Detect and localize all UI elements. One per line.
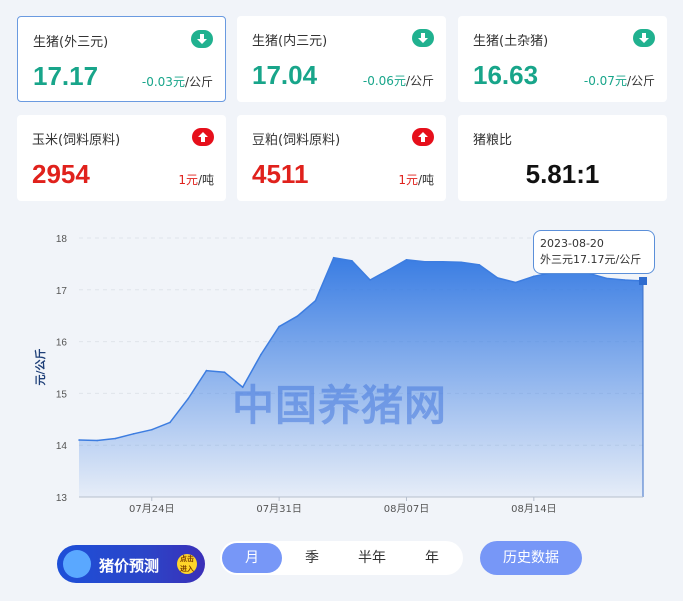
card-change: -0.03元/公斤: [141, 75, 213, 89]
y-tick-label: 17: [56, 286, 68, 297]
y-tick-label: 14: [56, 441, 68, 452]
price-forecast-button[interactable]: 猪价预测 点击进入: [57, 545, 205, 583]
tooltip-value: 外三元17.17元/公斤: [540, 253, 642, 266]
price-card-pig-tuzazhu[interactable]: 生猪(土杂猪) 16.63 -0.07元/公斤: [458, 16, 667, 102]
arrow-down-icon: [412, 29, 434, 47]
data-point: [151, 428, 153, 431]
history-data-button[interactable]: 历史数据: [480, 541, 582, 575]
hover-marker: [639, 276, 647, 285]
data-point: [223, 371, 226, 374]
price-card-corn[interactable]: 玉米(饲料原料) 2954 1元/吨: [17, 115, 226, 201]
data-point: [78, 439, 80, 441]
card-title: 豆粕(饲料原料): [252, 133, 341, 148]
data-point: [423, 261, 426, 263]
arrow-up-icon: [412, 128, 434, 146]
x-tick-label: 07月24日: [129, 503, 174, 515]
data-point: [514, 281, 517, 284]
card-change: 1元/吨: [178, 173, 214, 187]
card-value: 17.04: [252, 60, 318, 90]
y-tick-label: 15: [56, 389, 68, 400]
data-point: [205, 369, 208, 372]
forecast-label: 猪价预测: [99, 557, 160, 575]
data-point: [624, 279, 626, 281]
card-value: 4511: [252, 159, 309, 189]
price-card-pig-waisanyuan[interactable]: 生猪(外三元) 17.17 -0.03元/公斤: [17, 16, 226, 102]
card-change: -0.07元/公斤: [583, 74, 655, 88]
card-change: 1元/吨: [398, 173, 434, 187]
card-title: 猪粮比: [473, 133, 513, 148]
tab-quarter[interactable]: 季: [282, 543, 342, 573]
data-point: [405, 259, 408, 261]
data-point: [187, 397, 189, 400]
data-point: [496, 277, 499, 279]
data-point: [114, 437, 117, 440]
x-tick-label: 07月31日: [256, 503, 301, 515]
data-point: [387, 269, 390, 271]
arrow-down-icon: [633, 29, 655, 47]
tooltip-date: 2023-08-20: [540, 237, 604, 250]
ratio-value: 5.81:1: [525, 159, 600, 189]
period-tabs: 月 季 半年 年: [220, 541, 463, 575]
chart-tooltip: 2023-08-20 外三元17.17元/公斤: [533, 230, 655, 274]
data-point: [314, 299, 317, 302]
data-point: [442, 261, 444, 263]
card-title: 生猪(土杂猪): [473, 34, 549, 49]
data-point: [132, 433, 135, 435]
y-tick-label: 16: [56, 338, 68, 349]
card-value: 2954: [32, 159, 90, 189]
x-tick-label: 08月07日: [384, 503, 429, 515]
data-point: [278, 325, 280, 328]
tab-month[interactable]: 月: [222, 543, 282, 573]
card-value: 17.17: [33, 61, 99, 91]
data-point: [169, 421, 171, 424]
cloud-icon: [63, 550, 91, 578]
y-axis-label: 元/公斤: [33, 348, 47, 385]
watermark: 中国养猪网: [232, 381, 448, 430]
card-title: 生猪(内三元): [252, 34, 328, 49]
data-point: [296, 315, 299, 318]
data-point: [351, 260, 353, 262]
tab-year[interactable]: 年: [402, 543, 462, 573]
pig-grain-ratio-card[interactable]: 猪粮比 5.81:1: [458, 115, 667, 201]
x-tick-label: 08月14日: [511, 503, 556, 515]
data-point: [332, 256, 335, 259]
data-point: [478, 264, 481, 266]
data-point: [605, 277, 608, 280]
arrow-down-icon: [191, 30, 213, 48]
y-tick-label: 18: [56, 234, 68, 245]
card-change: -0.06元/公斤: [362, 74, 434, 88]
card-value: 16.63: [473, 60, 539, 90]
price-card-soybean-meal[interactable]: 豆粕(饲料原料) 4511 1元/吨: [237, 115, 446, 201]
price-card-pig-neisanyuan[interactable]: 生猪(内三元) 17.04 -0.06元/公斤: [237, 16, 446, 102]
enter-badge: 点击进入: [177, 554, 197, 574]
data-point: [369, 279, 371, 281]
tab-half-year[interactable]: 半年: [342, 543, 402, 573]
data-point: [96, 439, 98, 442]
data-point: [533, 275, 535, 278]
arrow-up-icon: [192, 128, 214, 146]
card-title: 玉米(饲料原料): [32, 133, 121, 148]
data-point: [460, 261, 462, 264]
card-title: 生猪(外三元): [33, 35, 109, 50]
y-tick-label: 13: [56, 493, 68, 504]
data-point: [260, 353, 262, 356]
